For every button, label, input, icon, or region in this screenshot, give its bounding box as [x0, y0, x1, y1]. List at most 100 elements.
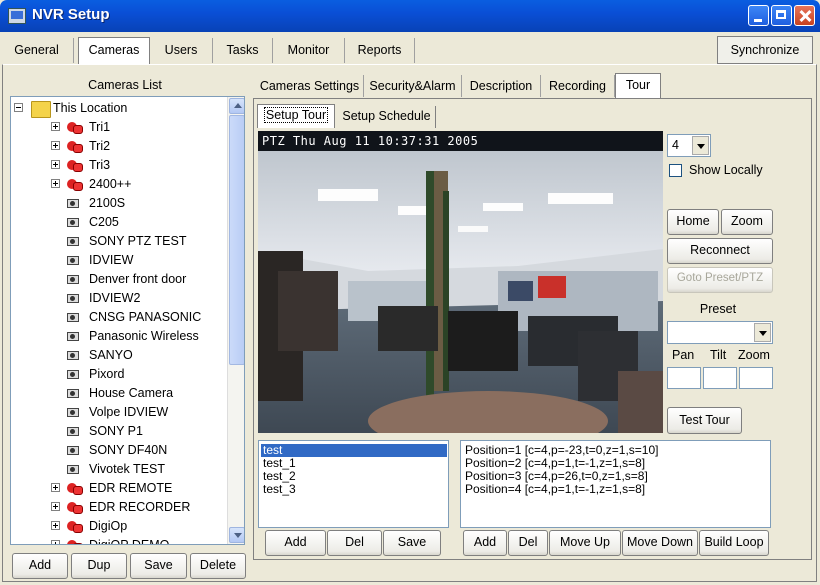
- camera-group-icon: [66, 158, 84, 173]
- close-button[interactable]: [794, 5, 815, 26]
- tab-setup-tour-label: Setup Tour: [263, 107, 329, 123]
- expand-icon[interactable]: [51, 521, 60, 530]
- collapse-icon[interactable]: [14, 103, 23, 112]
- goto-preset-button[interactable]: Goto Preset/PTZ: [667, 267, 773, 293]
- del-tour-button[interactable]: Del: [327, 530, 382, 556]
- expand-icon[interactable]: [51, 540, 60, 544]
- pan-field[interactable]: [667, 367, 701, 389]
- camera-select[interactable]: 4: [667, 134, 711, 157]
- expand-icon[interactable]: [51, 483, 60, 492]
- move-down-button[interactable]: Move Down: [622, 530, 698, 556]
- expand-icon[interactable]: [51, 502, 60, 511]
- video-scene: [258, 151, 663, 433]
- chevron-down-icon[interactable]: [692, 136, 709, 155]
- position-item[interactable]: Position=4 [c=4,p=1,t=-1,z=1,s=8]: [465, 483, 645, 496]
- camera-icon: [66, 234, 84, 249]
- camera-group-icon: [66, 538, 84, 544]
- delete-camera-button[interactable]: Delete: [190, 553, 246, 579]
- show-locally-checkbox[interactable]: [669, 164, 682, 177]
- tree-item-label: Volpe IDVIEW: [89, 405, 169, 419]
- add-camera-button[interactable]: Add: [12, 553, 68, 579]
- home-button[interactable]: Home: [667, 209, 719, 235]
- add-tour-button[interactable]: Add: [265, 530, 326, 556]
- save-camera-button[interactable]: Save: [130, 553, 187, 579]
- camera-icon: [66, 310, 84, 325]
- tab-general[interactable]: General: [0, 38, 74, 63]
- save-tour-button[interactable]: Save: [383, 530, 441, 556]
- video-feed[interactable]: PTZ Thu Aug 11 10:37:31 2005: [258, 131, 663, 433]
- synchronize-button[interactable]: Synchronize: [717, 36, 813, 64]
- cameras-tree[interactable]: This Location Tri1 Tri2 Tri3 2400++ 2100S C20…: [10, 96, 245, 545]
- minimize-button[interactable]: [748, 5, 769, 26]
- expand-icon[interactable]: [51, 179, 60, 188]
- camera-icon: [66, 272, 84, 287]
- tab-tasks[interactable]: Tasks: [213, 38, 273, 63]
- position-list[interactable]: Position=1 [c=4,p=-23,t=0,z=1,s=10] Posi…: [460, 440, 771, 528]
- tree-item-label: Tri2: [89, 139, 111, 153]
- tab-tour[interactable]: Tour: [615, 73, 661, 98]
- camera-icon: [66, 386, 84, 401]
- camera-select-value: 4: [672, 138, 679, 152]
- zoom-button[interactable]: Zoom: [721, 209, 773, 235]
- folder-icon: [31, 101, 51, 118]
- tab-recording[interactable]: Recording: [541, 75, 615, 97]
- tree-item-label: Denver front door: [89, 272, 187, 286]
- build-loop-button[interactable]: Build Loop: [699, 530, 769, 556]
- tree-item-label: IDVIEW2: [89, 291, 141, 305]
- del-position-button[interactable]: Del: [508, 530, 548, 556]
- camera-icon: [66, 424, 84, 439]
- tree-item-label: Tri1: [89, 120, 111, 134]
- move-up-button[interactable]: Move Up: [549, 530, 621, 556]
- tree-item-label: Tri3: [89, 158, 111, 172]
- tree-item-label: DigiOp: [89, 519, 128, 533]
- tree-item-label: Vivotek TEST: [89, 462, 165, 476]
- tab-description[interactable]: Description: [462, 75, 541, 97]
- expand-icon[interactable]: [51, 122, 60, 131]
- reconnect-button[interactable]: Reconnect: [667, 238, 773, 264]
- scroll-thumb[interactable]: [229, 115, 244, 365]
- tab-security-alarm[interactable]: Security&Alarm: [364, 75, 462, 97]
- app-icon: [8, 8, 26, 24]
- preset-select[interactable]: [667, 321, 773, 344]
- tree-scrollbar[interactable]: [227, 97, 244, 544]
- tree-item-label: C205: [89, 215, 119, 229]
- tab-setup-tour[interactable]: Setup Tour: [257, 104, 335, 128]
- tab-reports[interactable]: Reports: [345, 38, 415, 63]
- expand-icon[interactable]: [51, 141, 60, 150]
- camera-icon: [66, 196, 84, 211]
- tab-cameras[interactable]: Cameras: [78, 37, 150, 64]
- add-position-button[interactable]: Add: [463, 530, 507, 556]
- zoom-field[interactable]: [739, 367, 773, 389]
- expand-icon[interactable]: [51, 160, 60, 169]
- tab-monitor[interactable]: Monitor: [273, 38, 345, 63]
- camera-icon: [66, 329, 84, 344]
- chevron-down-icon[interactable]: [754, 323, 771, 342]
- camera-icon: [66, 443, 84, 458]
- test-tour-button[interactable]: Test Tour: [667, 407, 742, 434]
- preset-label: Preset: [699, 302, 737, 316]
- tour-list[interactable]: test test_1 test_2 test_3: [258, 440, 449, 528]
- title-bar[interactable]: NVR Setup: [0, 0, 820, 32]
- tab-setup-schedule[interactable]: Setup Schedule: [338, 106, 436, 128]
- tree-item-label: 2100S: [89, 196, 126, 210]
- tree-item-label: Pix​ord: [89, 367, 125, 381]
- camera-icon: [66, 291, 84, 306]
- tree-item-label: Panasonic Wireless: [89, 329, 199, 343]
- tab-cameras-settings[interactable]: Cameras Settings: [256, 75, 364, 97]
- maximize-button[interactable]: [771, 5, 792, 26]
- tilt-label: Tilt: [710, 348, 727, 362]
- tour-item[interactable]: test_3: [261, 483, 447, 496]
- scroll-up-icon[interactable]: [229, 98, 244, 114]
- window-title: NVR Setup: [32, 6, 110, 23]
- tab-users[interactable]: Users: [150, 38, 213, 63]
- scroll-down-icon[interactable]: [229, 527, 244, 543]
- tree-root-label: This Location: [53, 101, 128, 115]
- tree-item-label: 2400++: [89, 177, 132, 191]
- camera-group-icon: [66, 500, 84, 515]
- zoom-label: Zoom: [738, 348, 770, 362]
- tree-item-label: IDVIEW: [89, 253, 134, 267]
- tree-item-label: SONY DF40N: [89, 443, 168, 457]
- camera-group-icon: [66, 177, 84, 192]
- tilt-field[interactable]: [703, 367, 737, 389]
- dup-camera-button[interactable]: Dup: [71, 553, 127, 579]
